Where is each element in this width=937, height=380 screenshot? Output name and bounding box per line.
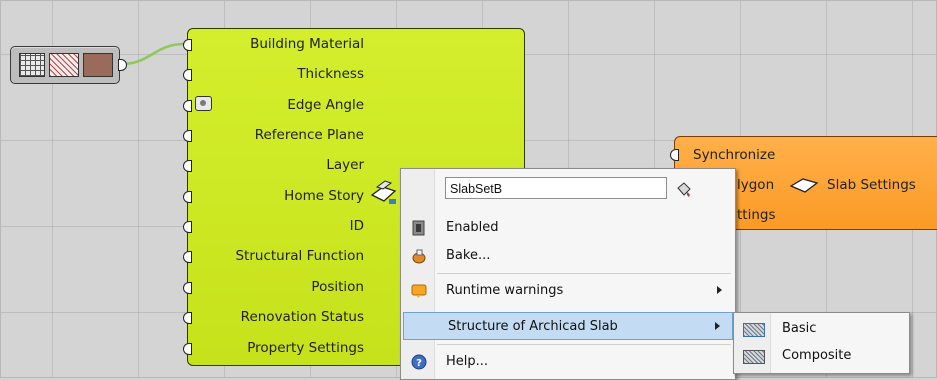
menu-item-bake[interactable]: Bake... — [402, 242, 734, 270]
input-port-home-story[interactable] — [183, 191, 192, 203]
hatch-pattern-icon — [49, 53, 79, 77]
menu-item-enabled[interactable]: Enabled — [402, 214, 734, 242]
building-material-icon — [19, 53, 45, 77]
help-icon: ? — [411, 354, 427, 370]
material-source-component[interactable] — [10, 46, 127, 84]
param-polygon: lygon — [737, 177, 775, 193]
context-menu: SlabSetB Enabled Bake... Runtime warning… — [400, 168, 736, 380]
param-edge-angle: Edge Angle — [287, 97, 364, 113]
menu-item-help[interactable]: ? Help... — [402, 348, 734, 376]
component-name-input[interactable]: SlabSetB — [445, 177, 667, 199]
edge-angle-param-icon — [195, 96, 212, 111]
input-port-position[interactable] — [183, 282, 192, 294]
paint-bucket-icon[interactable] — [675, 182, 693, 198]
input-port-layer[interactable] — [183, 160, 192, 172]
param-synchronize: Synchronize — [693, 147, 776, 163]
input-port-renovation-status[interactable] — [183, 312, 192, 324]
input-port-property-settings[interactable] — [183, 343, 192, 355]
slab-component-icon — [370, 180, 397, 204]
enabled-label: Enabled — [446, 220, 499, 235]
composite-label: Composite — [782, 348, 852, 363]
param-position: Position — [311, 279, 364, 295]
param-thickness: Thickness — [297, 66, 364, 82]
help-label: Help... — [446, 354, 489, 369]
param-id: ID — [349, 218, 364, 234]
warning-bubble-icon — [411, 284, 427, 298]
menu-item-structure-of-archicad-slab[interactable]: Structure of Archicad Slab — [403, 312, 733, 340]
bake-icon — [412, 249, 426, 264]
input-port-building-material[interactable] — [183, 39, 192, 51]
param-building-material: Building Material — [250, 36, 364, 52]
output-slab-settings: Slab Settings — [827, 177, 916, 193]
menu-item-runtime-warnings[interactable]: Runtime warnings — [402, 277, 734, 305]
slab-shape-icon — [789, 178, 819, 193]
param-structural-function: Structural Function — [235, 248, 364, 264]
submenu-item-basic[interactable]: Basic — [735, 315, 908, 343]
param-settings: ttings — [737, 207, 776, 223]
input-port-edge-angle[interactable] — [183, 100, 192, 112]
input-port-thickness[interactable] — [183, 69, 192, 81]
param-home-story: Home Story — [284, 188, 364, 204]
grasshopper-canvas[interactable]: Building Material Thickness Edge Angle R… — [0, 0, 937, 380]
basic-label: Basic — [782, 321, 817, 336]
param-property-settings: Property Settings — [247, 340, 364, 356]
bake-label: Bake... — [446, 248, 491, 263]
param-layer: Layer — [326, 157, 364, 173]
submenu-item-composite[interactable]: Composite — [735, 342, 908, 370]
menu-separator — [437, 344, 731, 345]
menu-separator — [437, 273, 731, 274]
structure-label: Structure of Archicad Slab — [448, 319, 618, 334]
composite-structure-icon — [743, 350, 765, 364]
param-reference-plane: Reference Plane — [254, 127, 364, 143]
structure-submenu: Basic Composite — [733, 312, 910, 374]
input-port-synchronize[interactable] — [670, 149, 679, 161]
color-swatch-icon — [83, 53, 113, 77]
submenu-arrow-icon — [715, 322, 720, 330]
svg-text:?: ? — [416, 358, 422, 369]
input-port-structural-function[interactable] — [183, 251, 192, 263]
input-port-id[interactable] — [183, 221, 192, 233]
runtime-warnings-label: Runtime warnings — [446, 283, 564, 298]
param-renovation-status: Renovation Status — [240, 309, 364, 325]
basic-structure-icon — [743, 323, 765, 337]
submenu-arrow-icon — [717, 286, 722, 294]
input-port-reference-plane[interactable] — [183, 130, 192, 142]
enabled-checkbox-icon — [412, 220, 425, 236]
